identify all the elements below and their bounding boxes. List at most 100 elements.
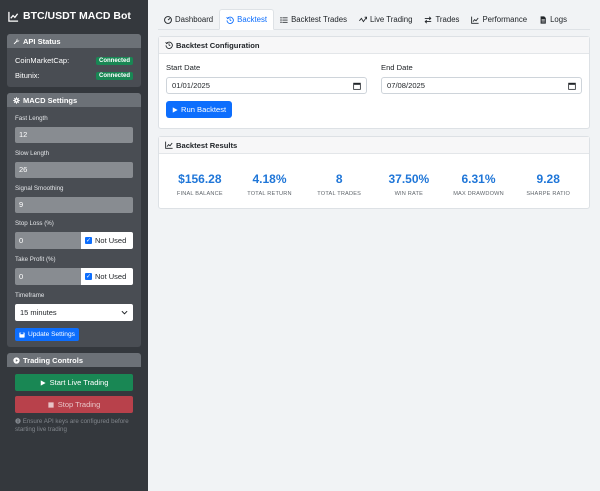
stop-loss-label: Stop Loss (%): [15, 220, 54, 227]
list-icon: [280, 16, 288, 23]
history-icon: [165, 41, 173, 49]
trading-hint-text: Ensure API keys are configured before st…: [15, 418, 129, 434]
save-icon: [19, 331, 25, 338]
calendar-icon[interactable]: [353, 82, 361, 90]
signal-smoothing-label: Signal Smoothing: [15, 185, 64, 192]
api-status-header: API Status: [7, 34, 141, 48]
status-label: CoinMarketCap:: [15, 56, 70, 65]
end-date-input[interactable]: 07/08/2025: [381, 77, 582, 94]
signal-smoothing-input[interactable]: 9: [15, 197, 133, 213]
stop-trading-button[interactable]: Stop Trading: [15, 396, 133, 413]
backtest-results-header: Backtest Results: [159, 137, 589, 154]
gear-icon: [13, 96, 20, 104]
checkbox-checked-icon[interactable]: ✓: [85, 237, 92, 244]
stop-loss-input[interactable]: 0: [15, 232, 81, 249]
macd-settings-title: MACD Settings: [23, 95, 78, 105]
exchange-icon: [425, 15, 432, 24]
run-backtest-button[interactable]: Run Backtest: [166, 101, 233, 118]
slow-length-input[interactable]: 26: [15, 162, 133, 178]
fast-length-input[interactable]: 12: [15, 127, 133, 143]
slow-length-label: Slow Length: [15, 150, 50, 157]
tab-trades[interactable]: Trades: [418, 9, 465, 30]
metric-win-rate: 37.50% WIN RATE: [374, 172, 444, 197]
metric-label: TOTAL RETURN: [247, 191, 292, 197]
timeframe-select[interactable]: 15 minutes: [15, 304, 133, 321]
metric-label: TOTAL TRADES: [317, 191, 362, 197]
tab-label: Performance: [482, 15, 528, 24]
chart-bar-icon: [165, 141, 173, 149]
file-icon: [540, 15, 546, 24]
trading-controls-panel: Trading Controls Start Live Trading Stop…: [7, 353, 141, 442]
checkbox-checked-icon[interactable]: ✓: [85, 273, 92, 280]
play-icon: [40, 379, 46, 386]
metric-sharpe-ratio: 9.28 SHARPE RATIO: [513, 172, 583, 197]
tab-label: Logs: [550, 15, 567, 24]
status-label: Bitunix:: [15, 71, 40, 80]
backtest-results-title: Backtest Results: [176, 140, 238, 150]
tab-logs[interactable]: Logs: [533, 9, 573, 30]
play-circle-icon: [13, 356, 20, 364]
take-profit-input[interactable]: 0: [15, 268, 81, 285]
backtest-configuration-card: Backtest Configuration Start Date 01/01/…: [158, 36, 590, 129]
stop-loss-check-label: Not Used: [95, 236, 127, 245]
trading-controls-header: Trading Controls: [7, 353, 141, 367]
tab-label: Backtest: [237, 15, 268, 24]
metric-value: 8: [335, 172, 343, 186]
start-date-value: 01/01/2025: [172, 81, 211, 90]
metric-value: 4.18%: [252, 172, 287, 186]
tab-dashboard[interactable]: Dashboard: [158, 9, 219, 30]
metric-final-balance: $156.28 FINAL BALANCE: [165, 172, 235, 197]
info-circle-icon: [15, 418, 21, 424]
stop-loss-not-used-toggle[interactable]: ✓ Not Used: [81, 232, 133, 249]
timeframe-value: 15 minutes: [20, 308, 57, 317]
tab-label: Dashboard: [175, 15, 214, 24]
metric-label: MAX DRAWDOWN: [453, 191, 504, 197]
status-row-coinmarketcap: CoinMarketCap: Connected: [15, 53, 133, 68]
start-live-trading-label: Start Live Trading: [49, 378, 109, 387]
chart-line-icon: [8, 11, 19, 22]
end-date-value: 07/08/2025: [387, 81, 426, 90]
start-live-trading-button[interactable]: Start Live Trading: [15, 374, 133, 391]
stop-loss-group: 0 ✓ Not Used: [15, 232, 133, 249]
timeframe-label: Timeframe: [15, 292, 45, 299]
tab-performance[interactable]: Performance: [465, 9, 533, 30]
results-metrics: $156.28 FINAL BALANCE 4.18% TOTAL RETURN…: [159, 154, 589, 197]
metric-label: WIN RATE: [394, 191, 424, 197]
tab-backtest-trades[interactable]: Backtest Trades: [274, 9, 353, 30]
macd-settings-header: MACD Settings: [7, 93, 141, 107]
fast-length-label: Fast Length: [15, 115, 48, 122]
sidebar: BTC/USDT MACD Bot API Status CoinMarketC…: [0, 0, 148, 491]
tab-live-trading[interactable]: Live Trading: [353, 9, 418, 30]
play-icon: [172, 106, 178, 113]
metric-value: 9.28: [536, 172, 560, 186]
update-settings-button[interactable]: Update Settings: [15, 328, 79, 341]
app-brand: BTC/USDT MACD Bot: [0, 0, 148, 34]
take-profit-label: Take Profit (%): [15, 256, 56, 263]
calendar-icon[interactable]: [568, 82, 576, 90]
macd-settings-panel: MACD Settings Fast Length 12 Slow Length…: [7, 93, 141, 347]
end-date-label: End Date: [381, 63, 413, 72]
stop-trading-label: Stop Trading: [57, 400, 101, 409]
take-profit-check-label: Not Used: [95, 272, 127, 281]
tab-backtest[interactable]: Backtest: [219, 9, 275, 30]
metric-value: 6.31%: [461, 172, 496, 186]
performance-icon: [471, 16, 480, 24]
tab-label: Trades: [435, 15, 460, 24]
wrench-icon: [13, 38, 20, 44]
app-title: BTC/USDT MACD Bot: [23, 10, 131, 22]
trading-controls-title: Trading Controls: [23, 355, 83, 365]
metric-max-drawdown: 6.31% MAX DRAWDOWN: [444, 172, 514, 197]
status-badge: Connected: [95, 71, 133, 80]
metric-label: FINAL BALANCE: [176, 191, 223, 197]
update-settings-label: Update Settings: [28, 331, 75, 338]
start-date-label: Start Date: [166, 63, 201, 72]
start-date-input[interactable]: 01/01/2025: [166, 77, 367, 94]
metric-total-trades: 8 TOTAL TRADES: [304, 172, 374, 197]
backtest-results-card: Backtest Results $156.28 FINAL BALANCE 4…: [158, 136, 590, 209]
metric-value: $156.28: [178, 172, 222, 186]
api-status-panel: API Status CoinMarketCap: Connected Bitu…: [7, 34, 141, 87]
take-profit-not-used-toggle[interactable]: ✓ Not Used: [81, 268, 133, 285]
dashboard-icon: [164, 15, 172, 24]
main-content: Dashboard Backtest Backtest Trades Live …: [148, 0, 600, 491]
chart-live-icon: [359, 16, 367, 22]
